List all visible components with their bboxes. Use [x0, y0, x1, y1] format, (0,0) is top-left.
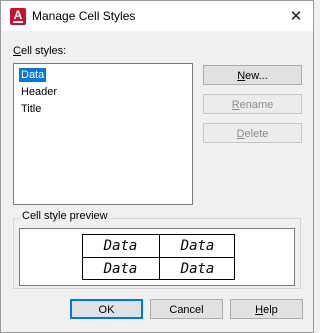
preview-table: Data Data Data Data — [82, 234, 235, 280]
manage-cell-styles-dialog: A Manage Cell Styles ✕ Cell styles: Data… — [0, 0, 314, 333]
preview-cell: Data — [180, 238, 215, 254]
new-button[interactable]: New... — [203, 65, 302, 85]
cancel-button[interactable]: Cancel — [150, 299, 223, 319]
title-bar: A Manage Cell Styles ✕ — [1, 1, 313, 31]
cell-styles-label: Cell styles: — [13, 45, 67, 57]
cell-styles-list[interactable]: Data Header Title — [13, 63, 193, 205]
preview-cell: Data — [103, 238, 138, 254]
list-item-data[interactable]: Data — [19, 68, 47, 82]
autocad-app-icon: A — [10, 8, 26, 25]
cell-style-preview-label: Cell style preview — [20, 210, 110, 222]
delete-button[interactable]: Delete — [203, 123, 302, 143]
ok-button[interactable]: OK — [70, 299, 143, 319]
help-button[interactable]: Help — [230, 299, 303, 319]
preview-cell: Data — [103, 261, 138, 277]
close-icon[interactable]: ✕ — [285, 6, 307, 26]
cell-style-preview: Data Data Data Data — [19, 228, 295, 286]
table-divider — [83, 257, 234, 258]
preview-cell: Data — [180, 261, 215, 277]
rename-button[interactable]: Rename — [203, 94, 302, 114]
app-icon-letter: A — [13, 8, 23, 22]
window-title: Manage Cell Styles — [32, 9, 136, 23]
list-item-header[interactable]: Header — [19, 85, 59, 99]
list-item-title[interactable]: Title — [19, 102, 43, 116]
